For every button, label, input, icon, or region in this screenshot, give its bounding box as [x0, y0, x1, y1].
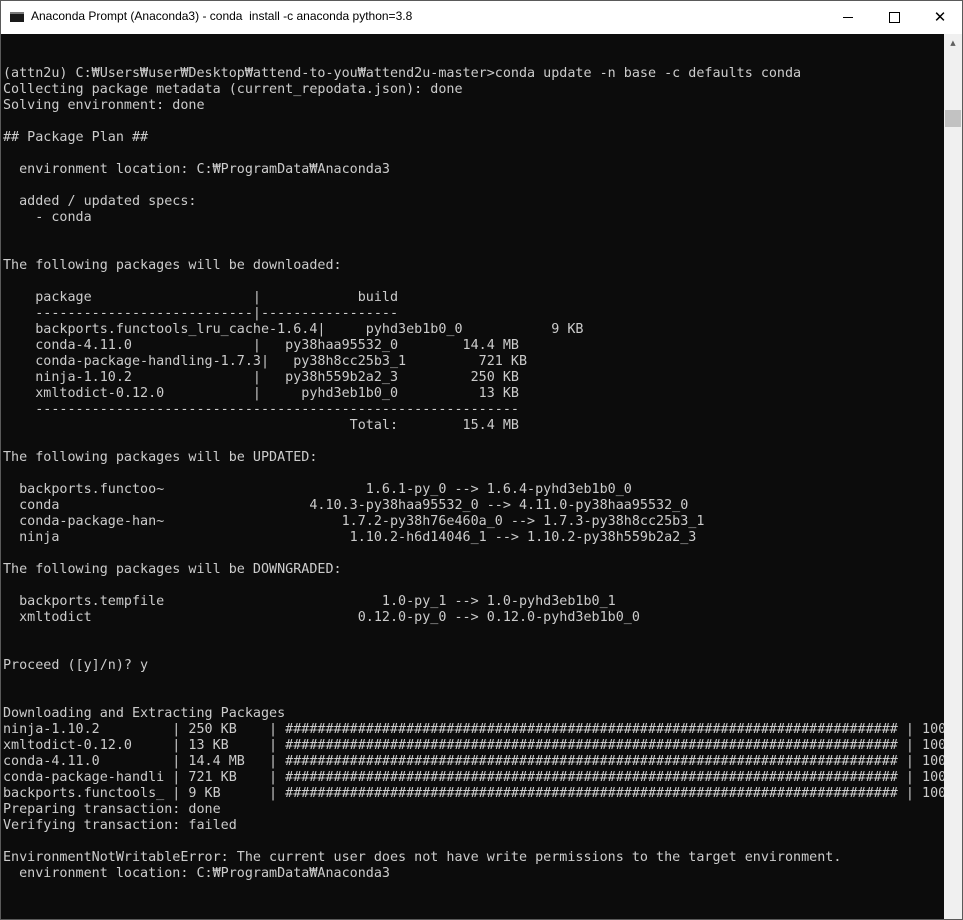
terminal-icon — [10, 12, 24, 22]
vertical-scrollbar[interactable]: ▲ — [944, 34, 962, 919]
terminal-window: Anaconda Prompt (Anaconda3) - conda inst… — [0, 0, 963, 920]
window-title: Anaconda Prompt (Anaconda3) - conda inst… — [31, 9, 413, 23]
maximize-icon — [888, 12, 900, 23]
minimize-icon — [843, 17, 853, 18]
scrollbar-thumb[interactable] — [945, 110, 961, 127]
scroll-up-arrow-icon[interactable]: ▲ — [944, 34, 962, 51]
minimize-button[interactable] — [825, 1, 871, 34]
close-button[interactable]: ✕ — [917, 1, 962, 34]
close-icon: ✕ — [933, 8, 947, 26]
console-area[interactable]: (attn2u) C:₩Users₩user₩Desktop₩attend-to… — [1, 34, 944, 919]
title-bar[interactable]: Anaconda Prompt (Anaconda3) - conda inst… — [1, 1, 962, 34]
maximize-button[interactable] — [871, 1, 917, 34]
console-output: (attn2u) C:₩Users₩user₩Desktop₩attend-to… — [3, 66, 944, 881]
